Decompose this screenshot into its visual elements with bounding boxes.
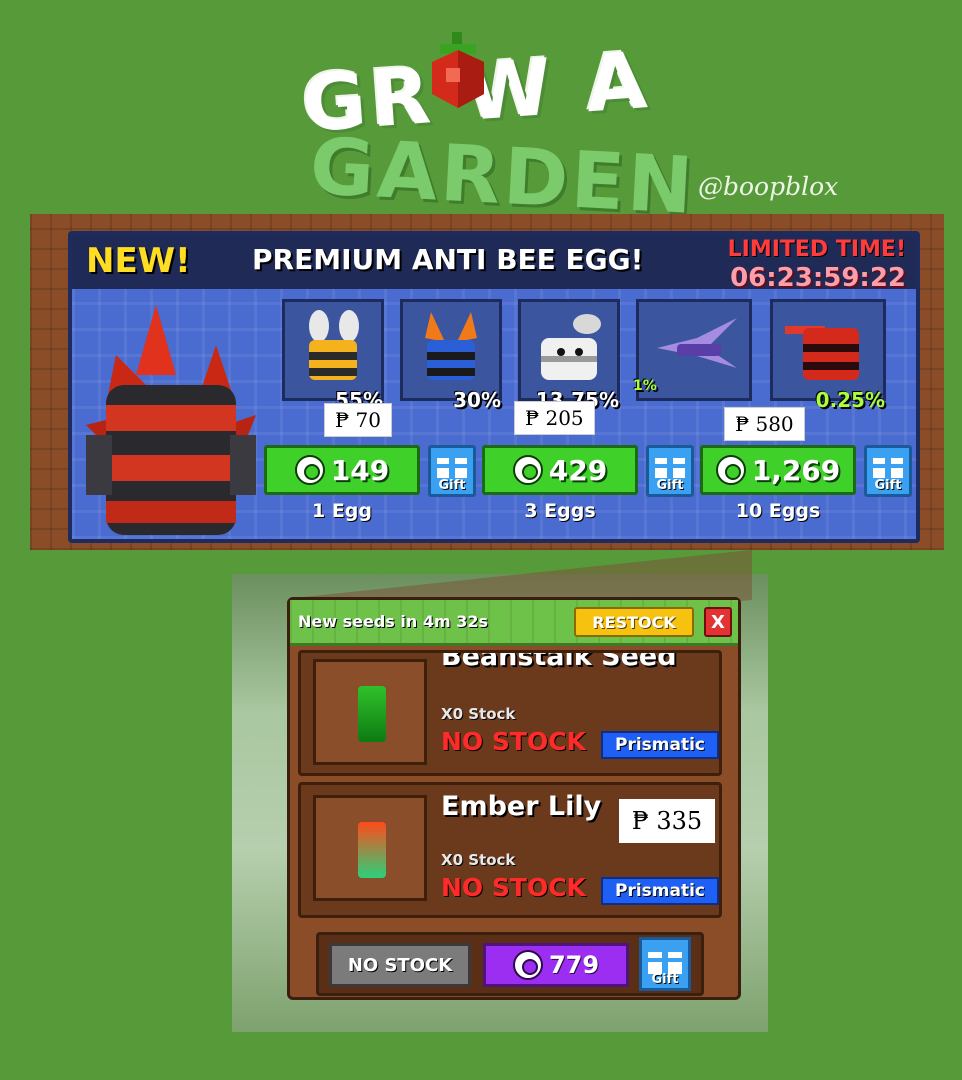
gift-icon (873, 454, 903, 478)
robux-icon (512, 950, 543, 980)
buy-price: 1,269 (751, 453, 841, 487)
pet-chance: 1% (633, 378, 657, 394)
rarity-badge: Prismatic (601, 731, 719, 759)
gift-icon (437, 454, 467, 478)
seed-stock-status: NO STOCK (441, 727, 586, 756)
pet-slot[interactable]: 55% (282, 299, 384, 412)
gift-seed-button[interactable]: Gift (639, 937, 691, 991)
honey-bee-icon (309, 310, 359, 380)
countdown-timer: 06:23:59:22 (730, 263, 906, 293)
gift-3-eggs-button[interactable]: Gift (646, 445, 694, 497)
new-badge: NEW! (86, 241, 191, 281)
robux-icon (512, 455, 543, 485)
egg-title: PREMIUM ANTI BEE EGG! (252, 243, 644, 276)
seed-shop-panel: New seeds in 4m 32s RESTOCK X Beanstalk … (287, 597, 741, 1000)
pet-chance: 0.25% (815, 388, 885, 412)
seed-card-ember-lily[interactable]: Ember Lily X0 Stock NO STOCK Prismatic ₱… (298, 782, 722, 918)
beanstalk-seed-icon (358, 686, 386, 742)
pet-slot[interactable]: 1% (633, 299, 752, 401)
restock-timer: New seeds in 4m 32s (298, 612, 488, 631)
egg-quantity: 1 Egg (311, 500, 372, 522)
tomato-icon (432, 32, 484, 108)
robux-icon (715, 455, 746, 485)
buy-1-egg-button[interactable]: 149 (264, 445, 420, 495)
close-button[interactable]: X (704, 607, 732, 637)
egg-shop-header: NEW! PREMIUM ANTI BEE EGG! LIMITED TIME!… (72, 235, 916, 293)
buy-price: 149 (330, 453, 390, 487)
seed-stock-status: NO STOCK (441, 873, 586, 902)
anti-bee-egg-icon (86, 305, 256, 535)
gift-label: Gift (651, 972, 679, 987)
pet-slot[interactable]: 13.75% (518, 299, 620, 412)
buy-robux-button[interactable]: 779 (483, 943, 629, 987)
seed-name: Ember Lily (441, 791, 602, 822)
gift-icon (655, 454, 685, 478)
seed-stock: X0 Stock (441, 851, 516, 869)
seed-thumbnail (313, 659, 427, 765)
rarity-badge: Prismatic (601, 877, 719, 905)
buy-10-eggs-button[interactable]: 1,269 (700, 445, 856, 495)
buy-price: 429 (548, 453, 608, 487)
gift-icon (648, 946, 682, 974)
egg-shop-panel: NEW! PREMIUM ANTI BEE EGG! LIMITED TIME!… (68, 231, 920, 543)
egg-quantity: 3 Eggs (524, 500, 596, 522)
seed-shop-header: New seeds in 4m 32s RESTOCK X (290, 600, 738, 646)
gift-label: Gift (438, 478, 466, 493)
price-tag: ₱ 70 (324, 403, 392, 437)
seed-thumbnail (313, 795, 427, 901)
no-stock-button[interactable]: NO STOCK (329, 943, 471, 987)
pet-chance: 30% (453, 388, 501, 412)
egg-shop-frame: NEW! PREMIUM ANTI BEE EGG! LIMITED TIME!… (30, 214, 944, 550)
seed-purchase-bar: NO STOCK 779 Gift (316, 932, 704, 996)
pet-slot[interactable]: 30% (400, 299, 502, 412)
egg-quantity: 10 Eggs (735, 500, 821, 522)
gift-10-eggs-button[interactable]: Gift (864, 445, 912, 497)
ember-lily-seed-icon (358, 822, 386, 878)
seed-name: Beanstalk Seed (441, 650, 677, 672)
blue-bee-icon (425, 312, 477, 380)
buy-3-eggs-button[interactable]: 429 (482, 445, 638, 495)
gift-label: Gift (656, 478, 684, 493)
seed-stock: X0 Stock (441, 705, 516, 723)
pet-slot[interactable]: 0.25% (770, 299, 886, 412)
price-tag: ₱ 205 (514, 401, 595, 435)
purple-dragonfly-icon (657, 318, 737, 368)
creator-handle: @boopblox (698, 172, 839, 201)
price-tag: ₱ 580 (724, 407, 805, 441)
limited-time-label: LIMITED TIME! (727, 237, 906, 262)
white-bee-icon (541, 314, 601, 380)
seed-card-beanstalk[interactable]: Beanstalk Seed X0 Stock NO STOCK Prismat… (298, 650, 722, 776)
price-tag: ₱ 335 (619, 799, 715, 843)
robux-icon (294, 455, 325, 485)
restock-button[interactable]: RESTOCK (574, 607, 694, 637)
robux-price: 779 (548, 951, 600, 979)
red-bee-icon (785, 326, 859, 380)
gift-label: Gift (874, 478, 902, 493)
game-logo: GR W A GARDEN (290, 20, 698, 232)
gift-1-egg-button[interactable]: Gift (428, 445, 476, 497)
